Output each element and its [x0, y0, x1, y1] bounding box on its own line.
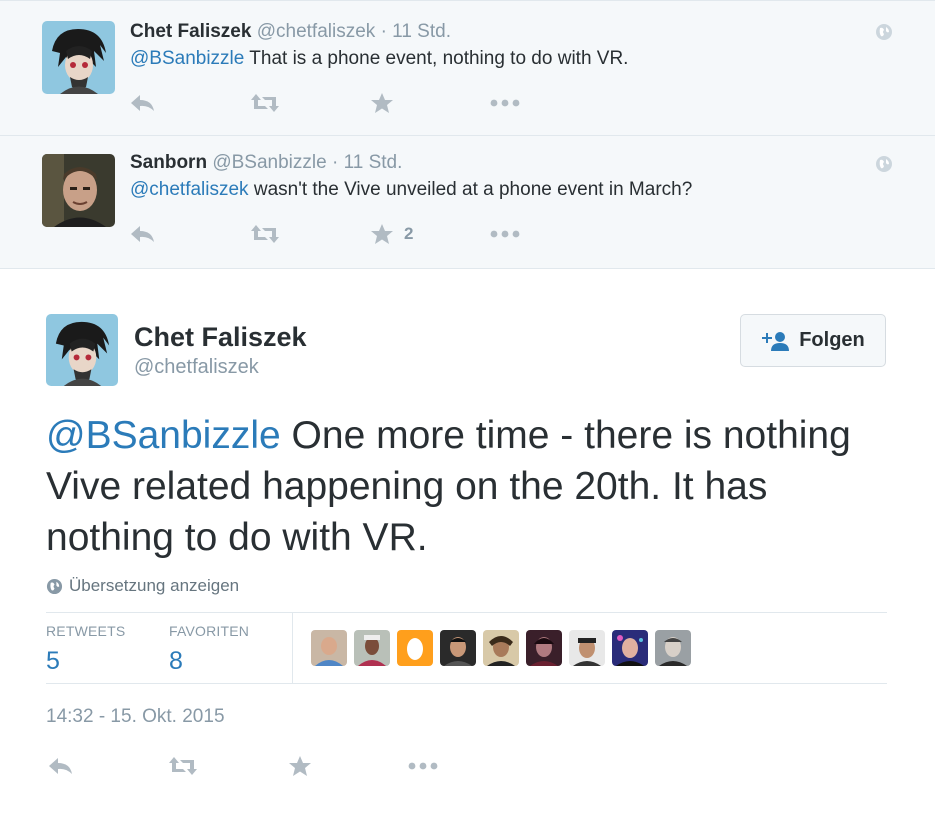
favoriter-avatar[interactable]	[311, 630, 347, 666]
follow-user-icon	[762, 331, 790, 351]
translate-label: Übersetzung anzeigen	[69, 576, 240, 595]
avatar[interactable]	[42, 154, 115, 227]
favorite-icon	[371, 224, 393, 244]
tweet-body: That is a phone event, nothing to do wit…	[244, 48, 629, 69]
user-handle[interactable]: @BSanbizzle	[212, 152, 326, 173]
separator: ·	[331, 152, 339, 173]
tweet-text: @BSanbizzle One more time - there is not…	[46, 410, 906, 563]
tweet-text: @chetfaliszek wasn't the Vive unveiled a…	[130, 179, 692, 201]
translate-link[interactable]: Übersetzung anzeigen	[46, 576, 239, 596]
favorite-button[interactable]	[288, 752, 312, 780]
more-button[interactable]	[490, 220, 520, 248]
retweets-label: RETWEETS	[46, 623, 126, 639]
separator: ·	[380, 21, 387, 42]
favorite-icon	[371, 93, 393, 113]
mention-link[interactable]: @chetfaliszek	[130, 179, 249, 200]
more-button[interactable]	[490, 89, 520, 117]
more-button[interactable]	[408, 752, 438, 780]
retweet-icon	[251, 225, 279, 243]
user-name[interactable]: Chet Faliszek	[134, 322, 307, 353]
tweet-time[interactable]: 11 Std.	[344, 152, 403, 173]
follow-button[interactable]: Folgen	[740, 314, 886, 367]
user-handle[interactable]: @chetfaliszek	[134, 356, 259, 379]
divider	[46, 612, 887, 613]
tweet-header: Chet Faliszek @chetfaliszek · 11 Std.	[130, 21, 451, 43]
tweet-actions	[130, 89, 530, 117]
tweet-actions	[46, 752, 546, 782]
tweet-header: Sanborn @BSanbizzle · 11 Std.	[130, 152, 402, 174]
tweet-text: @BSanbizzle That is a phone event, nothi…	[130, 48, 628, 70]
more-icon	[490, 99, 520, 107]
follow-label: Folgen	[799, 329, 865, 351]
retweet-icon	[251, 94, 279, 112]
avatar[interactable]	[46, 314, 118, 386]
retweet-button[interactable]	[168, 752, 198, 780]
favoriter-avatar[interactable]	[440, 630, 476, 666]
divider	[292, 613, 293, 683]
globe-icon	[876, 24, 892, 40]
reply-icon	[131, 95, 154, 111]
tweet-time[interactable]: 11 Std.	[392, 21, 451, 42]
reply-tweet[interactable]: Sanborn @BSanbizzle · 11 Std. @chetfalis…	[0, 136, 935, 269]
retweets-count: 5	[46, 647, 60, 675]
divider	[46, 683, 887, 684]
favorite-button[interactable]: 2	[370, 220, 413, 248]
tweet-timestamp[interactable]: 14:32 - 15. Okt. 2015	[46, 706, 225, 728]
retweets-stat[interactable]: RETWEETS 5	[46, 623, 125, 676]
reply-button[interactable]	[130, 220, 156, 248]
favoriter-avatar[interactable]	[483, 630, 519, 666]
favorite-count: 2	[404, 224, 414, 243]
favoriter-avatars	[311, 630, 691, 666]
tweet-body: wasn't the Vive unveiled at a phone even…	[248, 179, 693, 200]
favorites-count: 8	[169, 647, 183, 675]
user-name[interactable]: Sanborn	[130, 152, 207, 173]
reply-icon	[131, 226, 154, 242]
favoriter-avatar[interactable]	[397, 630, 433, 666]
more-icon	[490, 230, 520, 238]
globe-icon	[46, 578, 63, 594]
globe-icon	[876, 156, 892, 172]
mention-link[interactable]: @BSanbizzle	[46, 414, 281, 457]
favoriter-avatar[interactable]	[655, 630, 691, 666]
retweet-icon	[169, 757, 197, 775]
avatar[interactable]	[42, 21, 115, 94]
user-handle[interactable]: @chetfaliszek	[257, 21, 376, 42]
favorite-button[interactable]	[370, 89, 404, 117]
tweet-actions: 2	[130, 220, 530, 248]
favorites-stat[interactable]: FAVORITEN 8	[169, 623, 249, 676]
favorite-icon	[289, 756, 311, 776]
reply-tweet[interactable]: Chet Faliszek @chetfaliszek · 11 Std. @B…	[0, 0, 935, 136]
favorites-label: FAVORITEN	[169, 623, 250, 639]
user-name[interactable]: Chet Faliszek	[130, 21, 251, 42]
reply-button[interactable]	[48, 752, 74, 780]
favoriter-avatar[interactable]	[612, 630, 648, 666]
reply-icon	[49, 758, 72, 774]
reply-button[interactable]	[130, 89, 156, 117]
retweet-button[interactable]	[250, 89, 280, 117]
mention-link[interactable]: @BSanbizzle	[130, 48, 244, 69]
retweet-button[interactable]	[250, 220, 280, 248]
favoriter-avatar[interactable]	[526, 630, 562, 666]
favoriter-avatar[interactable]	[354, 630, 390, 666]
favoriter-avatar[interactable]	[569, 630, 605, 666]
more-icon	[408, 762, 438, 770]
